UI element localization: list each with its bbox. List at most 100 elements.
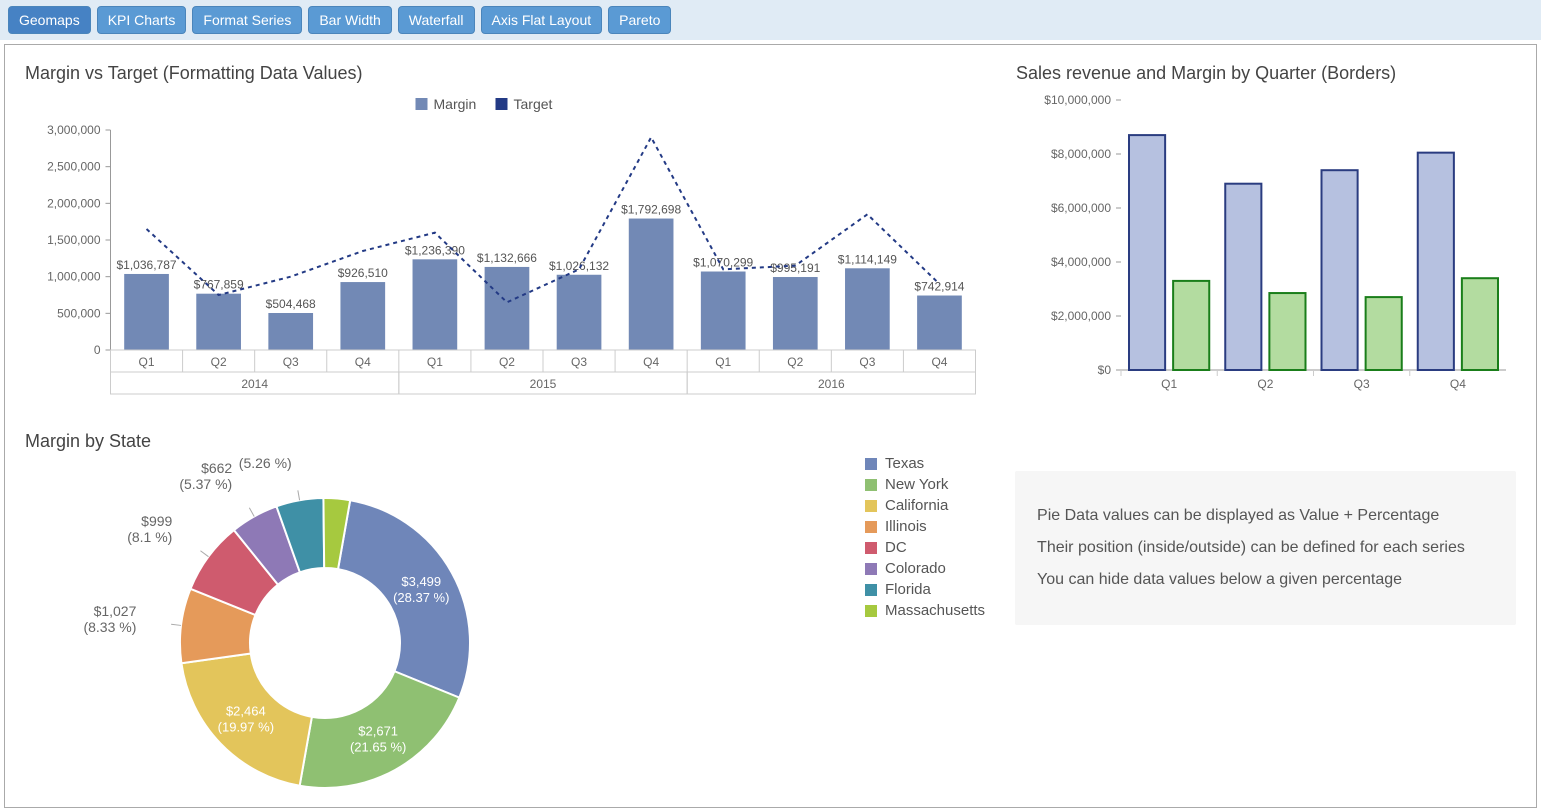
svg-text:500,000: 500,000 bbox=[57, 306, 101, 320]
svg-text:$995,191: $995,191 bbox=[770, 261, 820, 275]
legend-label: New York bbox=[885, 476, 948, 493]
svg-text:(5.37 %): (5.37 %) bbox=[179, 476, 232, 492]
svg-text:$504,468: $504,468 bbox=[266, 297, 316, 311]
chart1-svg[interactable]: MarginTarget0500,0001,000,0001,500,0002,… bbox=[25, 90, 986, 410]
svg-text:$6,000,000: $6,000,000 bbox=[1051, 201, 1111, 215]
bar[interactable] bbox=[773, 277, 818, 350]
svg-text:Q1: Q1 bbox=[1161, 377, 1177, 391]
svg-text:2014: 2014 bbox=[241, 377, 268, 391]
bar[interactable] bbox=[485, 267, 530, 350]
bar[interactable] bbox=[701, 272, 746, 350]
svg-text:Q4: Q4 bbox=[1450, 377, 1466, 391]
legend-item[interactable]: Illinois bbox=[865, 518, 985, 535]
bar-margin[interactable] bbox=[1269, 293, 1305, 370]
bar[interactable] bbox=[413, 259, 458, 350]
bar-margin[interactable] bbox=[1462, 278, 1498, 370]
legend-label: Illinois bbox=[885, 518, 927, 535]
legend-item[interactable]: Massachusetts bbox=[865, 602, 985, 619]
chart2-svg[interactable]: $0 $2,000,000 $4,000,000 $6,000,000 $8,000,0… bbox=[1016, 90, 1516, 400]
svg-text:1,500,000: 1,500,000 bbox=[47, 233, 101, 247]
svg-text:$999: $999 bbox=[141, 513, 172, 529]
svg-text:(8.33 %): (8.33 %) bbox=[83, 619, 136, 635]
legend-item[interactable]: Texas bbox=[865, 455, 985, 472]
info-panel: Pie Data values can be displayed as Valu… bbox=[1015, 471, 1516, 625]
svg-text:2016: 2016 bbox=[818, 377, 845, 391]
tab-bar: Geomaps KPI Charts Format Series Bar Wid… bbox=[0, 0, 1541, 40]
tab-axis-flat-layout[interactable]: Axis Flat Layout bbox=[481, 6, 603, 34]
info-line-2: Their position (inside/outside) can be d… bbox=[1037, 539, 1494, 557]
svg-text:Q3: Q3 bbox=[283, 355, 299, 369]
svg-text:(28.37 %): (28.37 %) bbox=[393, 590, 449, 605]
bar[interactable] bbox=[917, 296, 962, 350]
svg-text:Q4: Q4 bbox=[355, 355, 371, 369]
svg-text:Q2: Q2 bbox=[211, 355, 227, 369]
legend-item[interactable]: Florida bbox=[865, 581, 985, 598]
bar[interactable] bbox=[124, 274, 169, 350]
target-line[interactable] bbox=[147, 137, 940, 302]
svg-text:$2,000,000: $2,000,000 bbox=[1051, 309, 1111, 323]
svg-text:$1,026,132: $1,026,132 bbox=[549, 259, 609, 273]
bar[interactable] bbox=[557, 275, 602, 350]
bar-margin[interactable] bbox=[1366, 297, 1402, 370]
tab-pareto[interactable]: Pareto bbox=[608, 6, 671, 34]
bar-margin[interactable] bbox=[1173, 281, 1209, 370]
svg-text:Q4: Q4 bbox=[931, 355, 947, 369]
svg-text:$926,510: $926,510 bbox=[338, 266, 388, 280]
svg-text:$0: $0 bbox=[1098, 363, 1112, 377]
svg-text:$2,671: $2,671 bbox=[358, 723, 398, 738]
legend-item[interactable]: Colorado bbox=[865, 560, 985, 577]
bar-sales[interactable] bbox=[1129, 135, 1165, 370]
bar[interactable] bbox=[340, 282, 385, 350]
svg-text:$4,000,000: $4,000,000 bbox=[1051, 255, 1111, 269]
legend-item[interactable]: DC bbox=[865, 539, 985, 556]
legend-item[interactable]: New York bbox=[865, 476, 985, 493]
svg-text:$742,914: $742,914 bbox=[914, 280, 964, 294]
legend-swatch-icon bbox=[865, 584, 877, 596]
svg-text:$8,000,000: $8,000,000 bbox=[1051, 147, 1111, 161]
tab-format-series[interactable]: Format Series bbox=[192, 6, 302, 34]
bar-sales[interactable] bbox=[1225, 184, 1261, 370]
svg-text:$10,000,000: $10,000,000 bbox=[1044, 93, 1111, 107]
legend-swatch-icon bbox=[865, 458, 877, 470]
chart-sales-margin-quarter: Sales revenue and Margin by Quarter (Bor… bbox=[1016, 63, 1516, 413]
svg-text:Q3: Q3 bbox=[1354, 377, 1370, 391]
svg-text:$3,499: $3,499 bbox=[401, 574, 441, 589]
svg-text:Margin: Margin bbox=[434, 96, 477, 112]
legend-label: Florida bbox=[885, 581, 931, 598]
svg-text:Q1: Q1 bbox=[715, 355, 731, 369]
svg-text:$1,036,787: $1,036,787 bbox=[117, 258, 177, 272]
dashboard: Margin vs Target (Formatting Data Values… bbox=[4, 44, 1537, 808]
svg-text:Q2: Q2 bbox=[1257, 377, 1273, 391]
svg-text:2,000,000: 2,000,000 bbox=[47, 196, 101, 210]
svg-text:(8.1 %): (8.1 %) bbox=[127, 529, 172, 545]
chart1-title: Margin vs Target (Formatting Data Values… bbox=[25, 63, 986, 84]
bar-sales[interactable] bbox=[1418, 153, 1454, 370]
tab-kpi-charts[interactable]: KPI Charts bbox=[97, 6, 187, 34]
bar[interactable] bbox=[629, 219, 674, 350]
chart-margin-by-state: Margin by State $3,499(28.37 %)$2,671(21… bbox=[25, 431, 625, 801]
legend-item[interactable]: California bbox=[865, 497, 985, 514]
bar[interactable] bbox=[196, 294, 241, 350]
svg-text:Q1: Q1 bbox=[139, 355, 155, 369]
bar[interactable] bbox=[845, 268, 890, 350]
svg-text:Q3: Q3 bbox=[571, 355, 587, 369]
legend-label: Colorado bbox=[885, 560, 946, 577]
tab-waterfall[interactable]: Waterfall bbox=[398, 6, 475, 34]
bar-sales[interactable] bbox=[1322, 170, 1358, 370]
chart2-title: Sales revenue and Margin by Quarter (Bor… bbox=[1016, 63, 1516, 84]
svg-text:3,000,000: 3,000,000 bbox=[47, 123, 101, 137]
svg-text:$1,132,666: $1,132,666 bbox=[477, 251, 537, 265]
chart3-title: Margin by State bbox=[25, 431, 625, 452]
chart3-svg[interactable]: $3,499(28.37 %)$2,671(21.65 %)$2,464(19.… bbox=[25, 458, 625, 798]
tab-bar-width[interactable]: Bar Width bbox=[308, 6, 391, 34]
svg-text:$2,464: $2,464 bbox=[226, 703, 266, 718]
legend-label: DC bbox=[885, 539, 907, 556]
svg-text:$1,792,698: $1,792,698 bbox=[621, 203, 681, 217]
svg-text:(5.26 %): (5.26 %) bbox=[239, 458, 292, 471]
svg-text:Q2: Q2 bbox=[787, 355, 803, 369]
tab-geomaps[interactable]: Geomaps bbox=[8, 6, 91, 34]
legend-swatch-icon bbox=[865, 521, 877, 533]
svg-text:Q2: Q2 bbox=[499, 355, 515, 369]
svg-text:Q4: Q4 bbox=[643, 355, 659, 369]
bar[interactable] bbox=[268, 313, 313, 350]
